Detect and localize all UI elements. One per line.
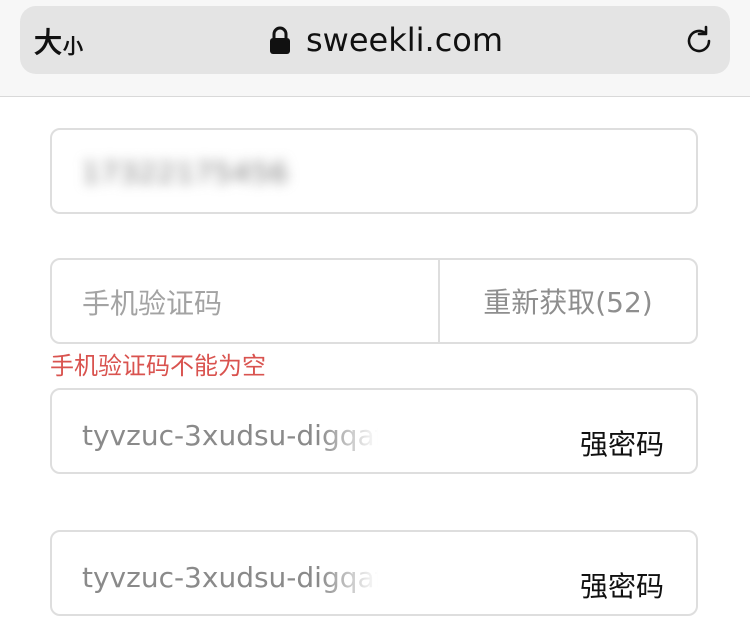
lock-icon (270, 26, 290, 54)
address-bar[interactable]: 大 小 sweekli.com (20, 6, 730, 74)
error-message: 手机验证码不能为空 (50, 352, 266, 380)
password-field[interactable]: tyvzuc-3xudsu-digqaf 强密码 (50, 388, 698, 474)
phone-field[interactable]: 17322175456 (50, 128, 698, 214)
confirm-password-strength-label: 强密码 (579, 570, 664, 603)
text-size-button[interactable]: 大 小 (34, 24, 84, 59)
phone-value: 17322175456 (82, 156, 289, 189)
confirm-password-value: tyvzuc-3xudsu-digqaf (82, 561, 378, 594)
password-strength-label: 强密码 (579, 428, 664, 461)
password-value: tyvzuc-3xudsu-digqaf (82, 419, 378, 452)
sms-code-group: 手机验证码 重新获取(52) (50, 258, 698, 344)
browser-toolbar: 大 小 sweekli.com (0, 0, 750, 97)
url-text: sweekli.com (306, 21, 504, 59)
text-size-big-label: 大 (34, 26, 63, 59)
confirm-password-field[interactable]: tyvzuc-3xudsu-digqaf 强密码 (50, 530, 698, 616)
resend-code-button[interactable]: 重新获取(52) (440, 260, 696, 342)
reload-icon[interactable] (682, 24, 716, 58)
text-size-small-label: 小 (63, 34, 84, 58)
url-display[interactable]: sweekli.com (268, 20, 503, 60)
sms-code-input[interactable]: 手机验证码 (82, 284, 222, 324)
